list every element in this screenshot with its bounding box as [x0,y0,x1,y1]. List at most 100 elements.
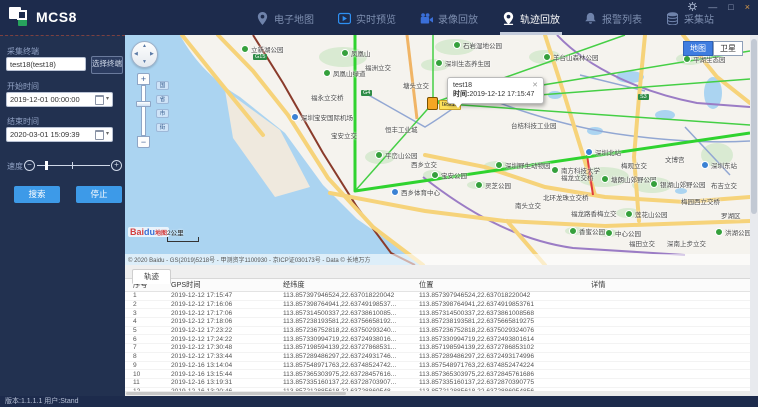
vertical-scrollbar[interactable] [750,35,758,396]
park-icon [683,55,691,63]
maximize-button[interactable]: □ [728,2,733,12]
nav-tab-alarm[interactable]: 报警列表 [582,11,644,35]
play-icon [338,12,351,25]
map-place-label: 凤凰山 [341,48,371,58]
table-header: 序号 GPS时间 经纬度 位置 详情 [125,279,750,292]
chevron-down-icon: ▾ [105,131,109,137]
zoom-level-tag[interactable]: 省 [156,95,169,104]
table-cell: 113.857330994719,22.63724938016... [283,335,397,343]
map-place-label: 福龙路香梅立交 [571,211,617,218]
table-row[interactable]: 2 2019-12-12 17:16:06 113.857398764941,22.… [125,301,750,310]
map-place-label: 北环龙珠立交桥 [543,195,589,202]
stop-button[interactable]: 停止 [76,186,122,203]
zoom-in-button[interactable]: + [137,73,150,85]
map-place-label: 文博宫 [665,157,685,164]
vscroll-thumb[interactable] [751,39,757,214]
poi-icon [701,161,709,169]
baidu-logo: Baidu地图 [128,227,170,237]
map-place-label: 南头立交 [515,203,541,210]
table-row[interactable]: 4 2019-12-12 17:18:06 113.857238193581,22.… [125,318,750,327]
table-cell: 113.857314500337,22.63738610085... [283,309,397,317]
nav-tab-track-pin[interactable]: 轨迹回放 [500,11,562,35]
speed-plus-button[interactable]: + [111,160,122,171]
nav-tab-label: 录像回放 [438,15,478,26]
close-button[interactable]: × [745,2,750,12]
table-cell: 113.857398764941,22.63749198537... [283,301,397,309]
park-icon [569,227,577,235]
table-cell: 113.857335160137,22.63728703907... [283,379,397,387]
map-pin-icon [256,12,269,25]
pan-left-icon[interactable]: ◀ [134,51,138,57]
select-terminal-button[interactable]: 选择终端 [91,56,123,74]
map-place-label: 台桔科技工业园 [511,123,557,130]
table-row[interactable]: 1 2019-12-12 17:15:47 113.857397946524,22.… [125,292,750,301]
map-place-label: 福永立交桥 [311,95,344,102]
alarm-icon [584,12,597,25]
nav-tab-video[interactable]: 录像回放 [418,11,480,35]
map-type-satellite-button[interactable]: 卫星 [713,41,743,56]
table-row[interactable]: 3 2019-12-12 17:17:06 113.857314500337,22.… [125,309,750,319]
table-row[interactable]: 9 2019-12-16 13:14:04 113.857548971763,22.… [125,362,750,371]
pan-right-icon[interactable]: ▶ [150,51,154,57]
map-place-label: 深南上步立交 [667,241,706,248]
table-row[interactable]: 7 2019-12-12 17:30:48 113.857198594139,22.… [125,344,750,353]
map-place-label: 深圳北站 [585,147,621,157]
park-icon [341,49,349,57]
nav-tab-play[interactable]: 实时预览 [336,11,398,35]
map-scale-label: 2公里 [167,230,184,237]
vehicle-marker[interactable] [427,97,438,110]
speed-minus-button[interactable]: − [24,160,35,171]
panel-tabstrip: 轨迹 [125,265,750,284]
table-cell: 2019-12-12 17:24:22 [171,335,233,343]
map-place-label: 罗湖区 [721,213,741,220]
end-time-input[interactable]: 2020-03-01 15:09:39 ▾ [6,127,113,142]
table-row[interactable]: 10 2019-12-16 13:15:44 113.857365303975,22… [125,370,750,379]
tooltip-close-icon[interactable]: ✕ [532,81,538,89]
pan-up-icon[interactable]: ▲ [142,43,147,49]
zoom-slider-track[interactable] [141,85,146,136]
search-button[interactable]: 搜索 [14,186,60,203]
start-time-input[interactable]: 2019-12-01 00:00:00 ▾ [6,92,113,107]
zoom-level-tag[interactable]: 街 [156,123,169,132]
park-icon [650,180,658,188]
hscroll-thumb[interactable] [126,392,346,395]
video-icon [420,12,433,25]
nav-tab-label: 报警列表 [602,15,642,26]
tab-track[interactable]: 轨迹 [132,269,171,284]
table-row[interactable]: 6 2019-12-12 17:24:22 113.857330994719,22.… [125,335,750,345]
table-row[interactable]: 8 2019-12-12 17:33:44 113.857289486297,22.… [125,353,750,362]
start-time-label: 开始时间 [7,82,39,91]
marker-tooltip: test18 ✕ 时间:2019-12-12 17:15:47 [447,77,544,108]
track-pin-icon [502,12,515,25]
table-cell: 113.857289486297,22.6372493174996 [419,353,535,361]
terminal-input[interactable]: test18(test18) [6,57,86,71]
map-place-label: 梅观立交 [621,163,647,170]
map-canvas[interactable]: 立新湖公园 凤凰山 凤凰山绿道 福洲立交 塘头立交 石岩湿地公园 深圳生态养生园 羊台山森林公… [125,35,750,265]
park-icon [431,171,439,179]
nav-tab-map-pin[interactable]: 电子地图 [254,11,316,35]
table-row[interactable]: 11 2019-12-16 13:19:31 113.857335160137,22… [125,379,750,388]
table-column-header: 详情 [591,280,606,289]
park-icon [715,228,723,236]
park-icon [475,181,483,189]
speed-slider-handle[interactable] [45,161,48,170]
map-place-label: 深圳野生动物园 [495,160,551,170]
map-type-map-button[interactable]: 地图 [683,41,713,56]
zoom-level-tag[interactable]: 市 [156,109,169,118]
table-cell: 5 [133,327,137,335]
road-shield: G15 [253,54,268,60]
zoom-slider-handle[interactable] [136,101,151,107]
title-bar: MCS8 — □ × 电子地图 实时预览 录像回放 轨迹回放 报警列表 采集站 [0,0,758,35]
nav-tab-label: 轨迹回放 [520,15,560,26]
table-cell: 113.857548971763,22.63748524742... [283,361,397,369]
zoom-out-button[interactable]: − [137,136,150,148]
pan-down-icon[interactable]: ▼ [142,59,147,65]
table-cell: 2019-12-12 17:16:06 [171,301,233,309]
nav-tab-station[interactable]: 采集站 [664,11,716,35]
table-cell: 11 [133,379,140,387]
zoom-level-tag[interactable]: 国 [156,81,169,90]
map-place-label: 香蜜公园 [569,226,605,236]
map-pan-control[interactable]: ▲ ▼ ◀ ▶ [131,41,158,68]
table-row[interactable]: 5 2019-12-12 17:23:22 113.857236752818,22.… [125,327,750,336]
park-icon [453,41,461,49]
